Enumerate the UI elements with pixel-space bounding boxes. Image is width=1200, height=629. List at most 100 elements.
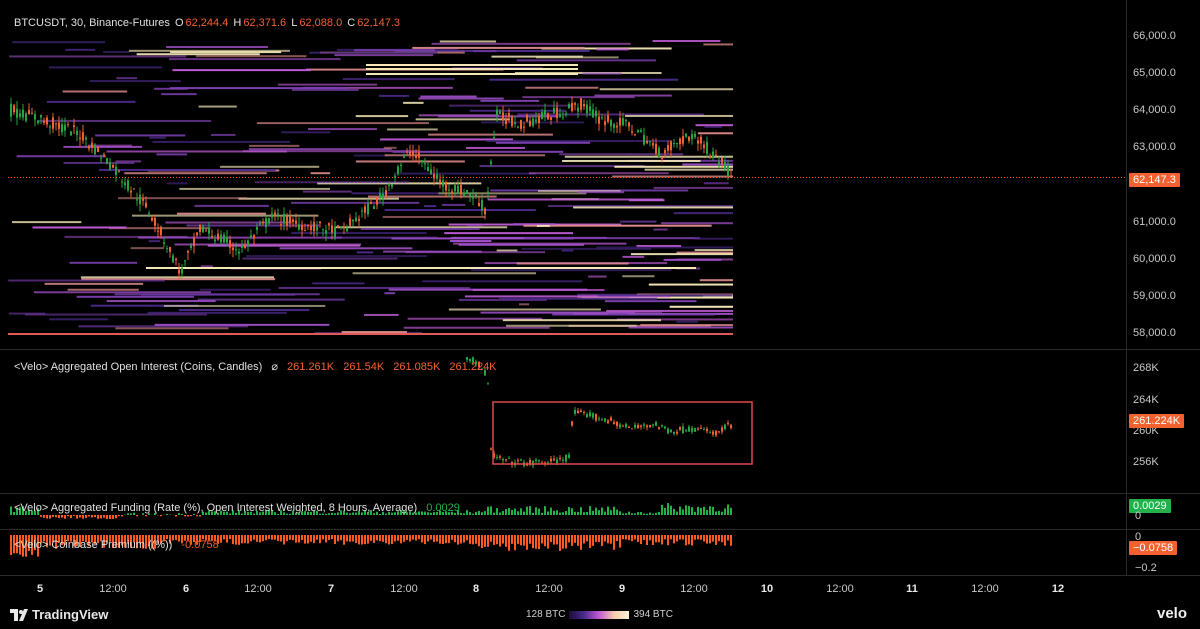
premium-label: <Velo> Coinbase Premium ((%)) xyxy=(14,539,173,551)
heatmap-line xyxy=(352,272,537,275)
tradingview-icon xyxy=(10,608,28,621)
heatmap-line xyxy=(44,282,144,285)
price-candle xyxy=(490,161,492,164)
price-candle xyxy=(469,193,471,196)
legend-min: 128 BTC xyxy=(526,609,566,620)
funding-bar xyxy=(556,510,558,515)
heatmap-line xyxy=(382,215,486,218)
price-candle xyxy=(436,174,438,179)
heatmap-line xyxy=(16,155,106,158)
oi-candle xyxy=(607,420,609,423)
heatmap-line xyxy=(424,205,437,208)
heatmap-line xyxy=(116,77,137,80)
premium-bar xyxy=(574,535,576,543)
price-candle xyxy=(238,251,240,254)
funding-legend[interactable]: <Velo> Aggregated Funding (Rate (%), Ope… xyxy=(14,502,462,514)
funding-bar xyxy=(97,515,99,519)
price-pane[interactable]: BTCUSDT, 30, Binance-Futures O 62,244.4 H… xyxy=(0,0,1200,349)
oi-legend[interactable]: <Velo> Aggregated Open Interest (Coins, … xyxy=(14,360,499,373)
funding-bar xyxy=(592,510,594,515)
funding-bar xyxy=(91,515,93,518)
heatmap-line xyxy=(703,43,733,46)
heatmap-line xyxy=(604,300,697,303)
price-candle xyxy=(52,117,54,129)
premium-bar xyxy=(484,535,486,547)
funding-bar xyxy=(64,515,66,519)
premium-bar xyxy=(247,535,249,544)
time-axis[interactable]: 5 12:00 6 12:00 7 12:00 8 12:00 9 12:00 … xyxy=(0,576,1126,600)
funding-bar xyxy=(493,512,495,515)
price-candle xyxy=(376,197,378,205)
tradingview-logo[interactable]: TradingView xyxy=(10,607,108,622)
heatmap-line xyxy=(106,150,287,153)
price-axis[interactable]: 66,000.0 65,000.0 64,000.0 63,000.0 61,0… xyxy=(1126,0,1200,349)
price-candle xyxy=(163,242,165,244)
funding-bar xyxy=(511,509,513,515)
price-candle xyxy=(514,122,516,125)
price-candle xyxy=(25,113,27,121)
oi-candle xyxy=(664,426,666,429)
symbol-legend[interactable]: BTCUSDT, 30, Binance-Futures O 62,244.4 H… xyxy=(14,17,402,29)
price-candle xyxy=(85,137,87,140)
oi-current-tag: 261.224K xyxy=(1129,414,1185,428)
premium-bar xyxy=(313,535,315,544)
heatmap-line xyxy=(178,309,310,312)
price-candle xyxy=(481,200,483,211)
premium-bar xyxy=(571,535,573,546)
premium-pane[interactable]: <Velo> Coinbase Premium ((%)) -0.0758 0 … xyxy=(0,530,1200,575)
price-candle xyxy=(409,151,411,156)
price-candle xyxy=(301,225,303,231)
price-tick: 64,000.0 xyxy=(1133,104,1176,116)
heatmap-line xyxy=(48,66,163,69)
funding-bar xyxy=(109,515,111,519)
heatmap-line xyxy=(516,262,629,265)
funding-bar xyxy=(496,508,498,515)
price-candle xyxy=(694,133,696,138)
heatmap-line xyxy=(164,304,326,307)
premium-chart[interactable] xyxy=(0,530,1126,575)
premium-bar xyxy=(667,535,669,546)
price-candle xyxy=(712,151,714,158)
premium-bar xyxy=(436,535,438,542)
price-candle xyxy=(256,227,258,230)
funding-bar xyxy=(616,509,618,515)
oi-pane[interactable]: <Velo> Aggregated Open Interest (Coins, … xyxy=(0,350,1200,493)
premium-bar xyxy=(649,535,651,541)
heatmap-line xyxy=(277,83,378,86)
funding-bar xyxy=(277,513,279,515)
price-candle xyxy=(322,228,324,230)
premium-bar xyxy=(349,535,351,542)
price-candle xyxy=(526,115,528,122)
funding-bar xyxy=(478,510,480,515)
funding-bar xyxy=(79,515,81,518)
heatmap-line xyxy=(179,187,330,190)
price-candle xyxy=(187,250,189,253)
funding-bar xyxy=(166,513,168,515)
price-candle xyxy=(631,131,633,133)
oi-candle xyxy=(508,457,510,459)
x-tick-day: 5 xyxy=(36,583,44,595)
price-candle xyxy=(112,165,114,168)
oi-candle xyxy=(613,422,615,424)
x-tick-day: 11 xyxy=(906,583,918,595)
premium-axis[interactable]: 0 −0.0758 −0.2 xyxy=(1126,530,1200,575)
premium-low-tick: −0.2 xyxy=(1135,562,1157,574)
price-candle xyxy=(550,117,552,120)
price-candle xyxy=(280,224,282,226)
funding-axis[interactable]: 0.0029 0 xyxy=(1126,494,1200,529)
heatmap-line xyxy=(166,182,188,185)
funding-bar xyxy=(652,513,654,515)
price-chart[interactable] xyxy=(0,0,1126,349)
oi-candle xyxy=(718,431,720,433)
oi-axis[interactable]: 268K 264K 260K 256K 261.224K xyxy=(1126,350,1200,493)
funding-bar xyxy=(58,515,60,518)
heatmap-line xyxy=(528,172,669,175)
funding-pane[interactable]: <Velo> Aggregated Funding (Rate (%), Ope… xyxy=(0,494,1200,529)
heatmap-line xyxy=(12,221,82,224)
legend-max: 394 BTC xyxy=(633,609,673,620)
premium-legend[interactable]: <Velo> Coinbase Premium ((%)) -0.0758 xyxy=(14,539,221,551)
oi-candle xyxy=(673,431,675,434)
oi-candle xyxy=(655,421,657,426)
premium-bar xyxy=(430,535,432,540)
funding-bar xyxy=(664,507,666,515)
